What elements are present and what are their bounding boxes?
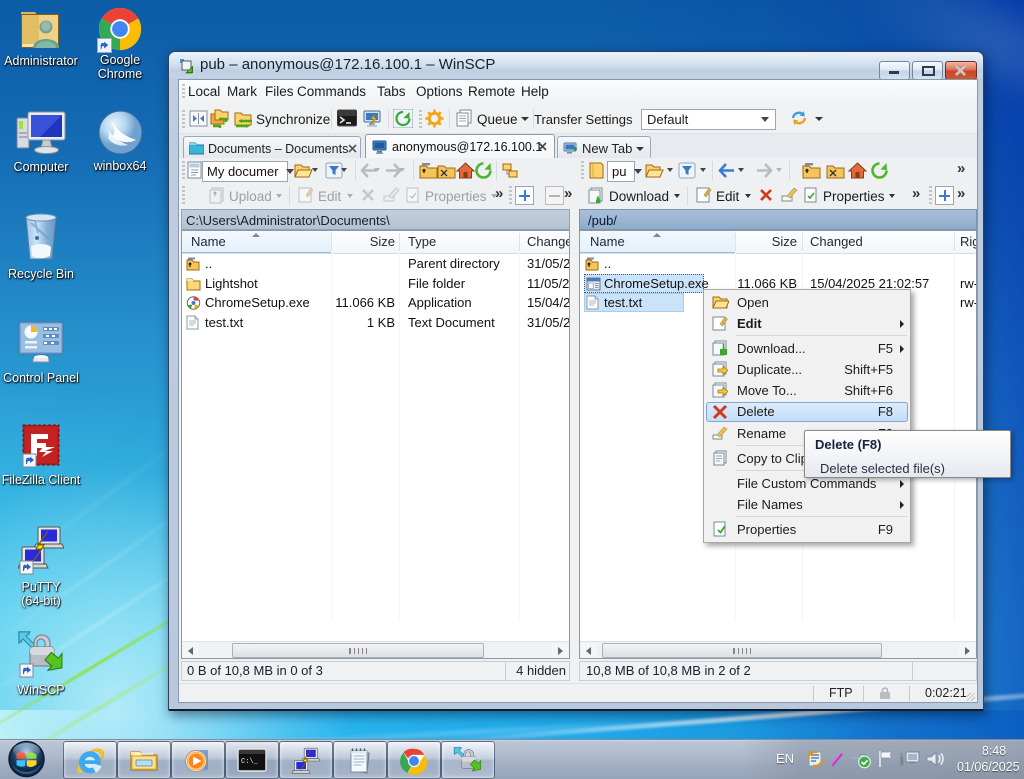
- svg-text:C:\_: C:\_: [241, 758, 259, 766]
